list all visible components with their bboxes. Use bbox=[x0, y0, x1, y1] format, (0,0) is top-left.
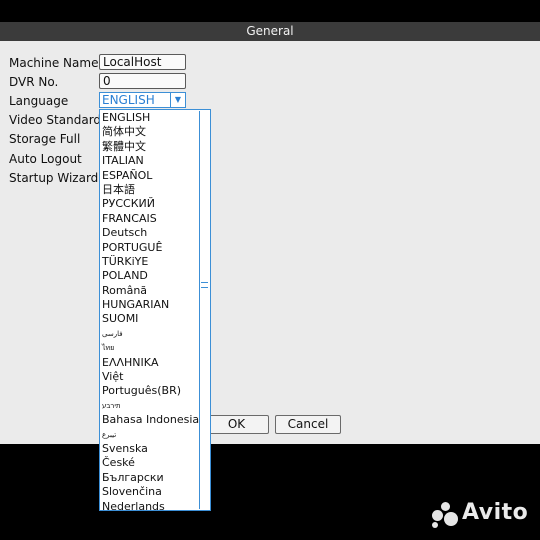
dvr-no-input[interactable]: 0 bbox=[99, 73, 186, 89]
language-option[interactable]: České bbox=[101, 456, 199, 470]
chevron-down-icon[interactable]: ▼ bbox=[170, 93, 185, 107]
language-option[interactable]: SUOMI bbox=[101, 312, 199, 326]
language-option[interactable]: Български bbox=[101, 471, 199, 485]
language-option[interactable]: HUNGARIAN bbox=[101, 298, 199, 312]
language-option[interactable]: Nederlands bbox=[101, 500, 199, 510]
avito-watermark: Avito bbox=[432, 500, 532, 530]
language-selected-value: ENGLISH bbox=[102, 93, 155, 107]
language-option[interactable]: ΕΛΛΗΝΙΚΑ bbox=[101, 356, 199, 370]
dropdown-scrollbar[interactable] bbox=[199, 111, 209, 509]
language-option[interactable]: تيبرع bbox=[101, 428, 199, 442]
language-option[interactable]: Românã bbox=[101, 284, 199, 298]
storage-full-label: Storage Full bbox=[9, 132, 81, 146]
ok-button[interactable]: OK bbox=[204, 415, 269, 434]
language-option[interactable]: РУССКИЙ bbox=[101, 197, 199, 211]
language-option[interactable]: Bahasa Indonesia bbox=[101, 413, 199, 427]
language-option-list: ENGLISH 简体中文 繁體中文 ITALIAN ESPAÑOL 日本語 РУССКИЙ F… bbox=[101, 111, 199, 510]
cancel-button[interactable]: Cancel bbox=[275, 415, 341, 434]
language-option[interactable]: فارسی bbox=[101, 327, 199, 341]
language-option[interactable]: 日本語 bbox=[101, 183, 199, 197]
language-option[interactable]: Svenska bbox=[101, 442, 199, 456]
language-label: Language bbox=[9, 94, 69, 108]
language-option[interactable]: 简体中文 bbox=[101, 125, 199, 139]
language-option[interactable]: ไทย bbox=[101, 341, 199, 355]
startup-wizard-label: Startup Wizard bbox=[9, 171, 99, 185]
language-select[interactable]: ENGLISH ▼ bbox=[99, 92, 186, 108]
language-option[interactable]: Deutsch bbox=[101, 226, 199, 240]
language-dropdown[interactable]: ENGLISH 简体中文 繁體中文 ITALIAN ESPAÑOL 日本語 РУССКИЙ F… bbox=[99, 109, 211, 511]
language-option[interactable]: TÜRKiYE bbox=[101, 255, 199, 269]
language-option[interactable]: ITALIAN bbox=[101, 154, 199, 168]
auto-logout-label: Auto Logout bbox=[9, 152, 82, 166]
language-option[interactable]: 繁體中文 bbox=[101, 140, 199, 154]
general-dialog: General Machine Name LocalHost DVR No. 0… bbox=[0, 22, 540, 444]
dvr-no-label: DVR No. bbox=[9, 75, 59, 89]
language-option[interactable]: FRANCAIS bbox=[101, 212, 199, 226]
language-option[interactable]: Português(BR) bbox=[101, 384, 199, 398]
scroll-handle[interactable] bbox=[201, 282, 208, 288]
language-option[interactable]: ENGLISH bbox=[101, 111, 199, 125]
machine-name-label: Machine Name bbox=[9, 56, 99, 70]
language-option[interactable]: POLAND bbox=[101, 269, 199, 283]
machine-name-input[interactable]: LocalHost bbox=[99, 54, 186, 70]
watermark-text: Avito bbox=[462, 500, 529, 525]
language-option[interactable]: Việt bbox=[101, 370, 199, 384]
language-option[interactable]: ESPAÑOL bbox=[101, 169, 199, 183]
video-standard-label: Video Standard bbox=[9, 113, 102, 127]
language-option[interactable]: PORTUGUÊ bbox=[101, 241, 199, 255]
language-option[interactable]: תירבע bbox=[101, 399, 199, 413]
language-option[interactable]: Slovenčina bbox=[101, 485, 199, 499]
dialog-title: General bbox=[0, 22, 540, 41]
